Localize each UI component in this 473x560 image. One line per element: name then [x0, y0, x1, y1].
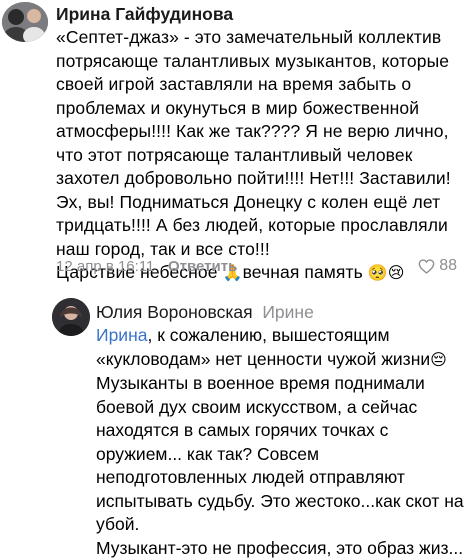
- comment-text: «Септет-джаз» - это замечательный коллек…: [56, 26, 470, 286]
- comment-line: потрясающе талантливых музыкантов, котор…: [56, 50, 470, 74]
- comment-text: Ирина, к сожалению, вышестоящим «куклово…: [96, 324, 473, 560]
- reply-button[interactable]: Ответить: [168, 258, 237, 275]
- author-name: Юлия Вороновская Ирине: [96, 302, 314, 323]
- author-name[interactable]: Ирина Гайфудинова: [56, 4, 233, 25]
- comment-line: тридцать!!!! А без людей, которые просла…: [56, 214, 470, 238]
- comment-text-fragment: , к сожалению, вышестоящим: [147, 325, 389, 345]
- comment-text-fragment: вечная память: [243, 262, 368, 282]
- avatar[interactable]: [2, 2, 48, 42]
- pensive-emoji-icon: 😔: [430, 352, 447, 369]
- comment-line: своей игрой заставляли на время забыть о: [56, 73, 470, 97]
- comment-line: атмосферы!!!! Как же так???? Я не верю л…: [56, 120, 470, 144]
- comment-line: «Септет-джаз» - это замечательный коллек…: [56, 26, 470, 50]
- likes-count: 88: [439, 257, 457, 275]
- comment-line: Музыкант-это не профессия, это образ жиз…: [96, 537, 473, 560]
- mention-link[interactable]: Ирина: [96, 325, 147, 345]
- comment-line: убой.: [96, 513, 473, 537]
- comment-line: оружием... как так? Совсем: [96, 443, 473, 467]
- comment-line: находятся в самых горячих точках с: [96, 419, 473, 443]
- comment-line: захотел добровольно пойти!!!! Нет!!! Зас…: [56, 167, 470, 191]
- comment-line: боевой дух своим искусством, а сейчас: [96, 396, 473, 420]
- comment-text-fragment: «кукловодам» нет ценности чужой жизни: [96, 349, 430, 369]
- comment-line: Музыканты в военное время поднимали: [96, 372, 473, 396]
- comment-line: испытывать судьбу. Это жестоко...как ско…: [96, 490, 473, 514]
- reply-to-label[interactable]: Ирине: [262, 302, 313, 322]
- comment-line: что этот потрясающе талантливый человек: [56, 144, 470, 168]
- sad-emoji-icon: 🥺😢: [368, 265, 405, 282]
- comment-timestamp: 12 апр в 16:11: [56, 258, 154, 275]
- comment-line: проблемах и окунуться в мир божественной: [56, 97, 470, 121]
- author-name-link[interactable]: Юлия Вороновская: [96, 302, 253, 322]
- like-button[interactable]: 88: [418, 257, 457, 275]
- comment-line: «кукловодам» нет ценности чужой жизни😔: [96, 348, 473, 373]
- heart-outline-icon: [418, 259, 435, 274]
- comment-line: Ирина, к сожалению, вышестоящим: [96, 324, 473, 348]
- comments-thread: Ирина Гайфудинова «Септет-джаз» - это за…: [0, 0, 473, 535]
- comment-line: Эх, вы! Подниматься Донецку с колен ещё …: [56, 191, 470, 215]
- avatar[interactable]: [52, 298, 90, 336]
- comment-line: неподготовленных людей отправляют: [96, 466, 473, 490]
